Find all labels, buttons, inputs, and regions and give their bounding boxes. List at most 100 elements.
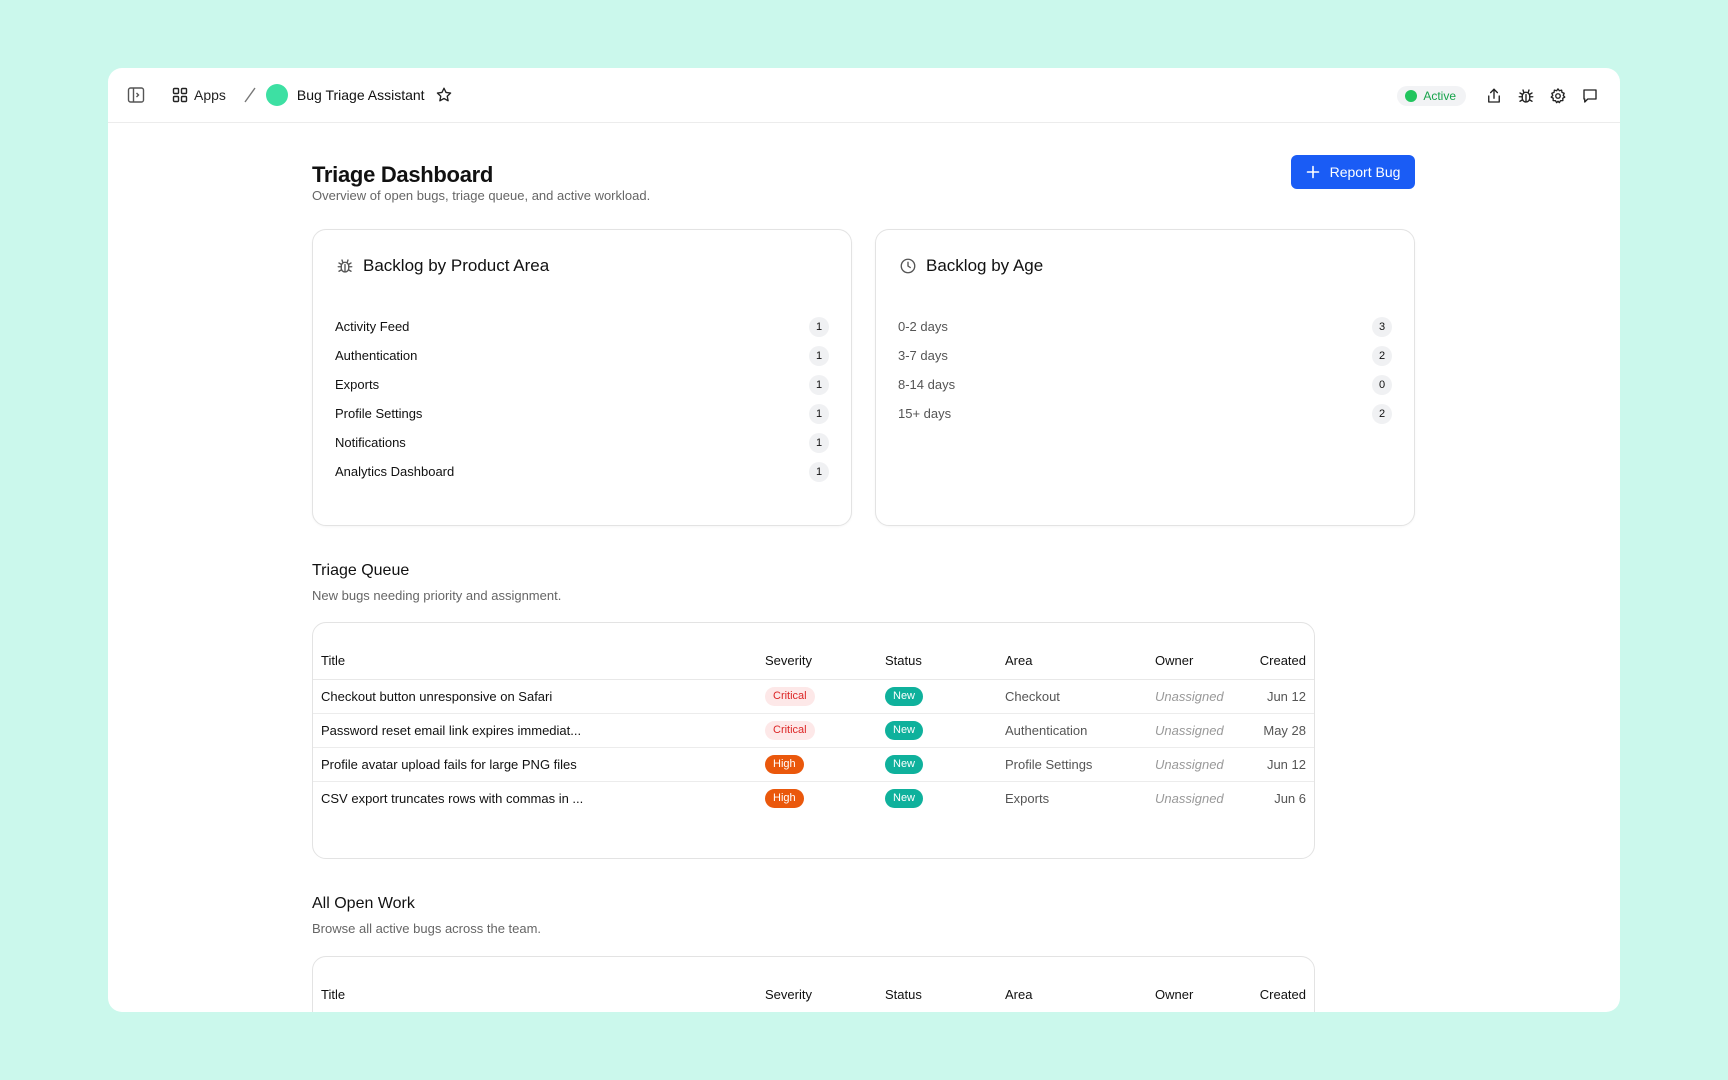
list-item: 0-2 days 3	[898, 312, 1392, 341]
report-bug-button[interactable]: Report Bug	[1291, 155, 1415, 189]
count-badge: 2	[1372, 345, 1392, 366]
severity-badge: Critical	[765, 720, 815, 740]
column-header-status[interactable]: Status	[877, 977, 997, 1012]
apps-label: Apps	[194, 87, 226, 103]
all-open-work-subtitle: Browse all active bugs across the team.	[312, 921, 542, 936]
count-badge: 0	[1372, 374, 1392, 395]
page-title: Triage Dashboard	[312, 162, 494, 187]
triage-queue-table-card: Title Severity Status Area Owner Created…	[312, 622, 1315, 859]
age-label: 15+ days	[898, 406, 952, 421]
favorite-star-icon[interactable]	[434, 85, 454, 105]
settings-gear-icon[interactable]	[1548, 86, 1568, 106]
all-open-work-title: All Open Work	[312, 895, 415, 912]
column-header-created[interactable]: Created	[1247, 643, 1314, 680]
card-title: Backlog by Age	[926, 256, 1044, 275]
bug-title[interactable]: Checkout button unresponsive on Safari	[313, 679, 757, 714]
count-badge: 1	[809, 374, 829, 395]
severity-badge: High	[765, 788, 804, 808]
column-header-severity[interactable]: Severity	[757, 977, 877, 1012]
table-row[interactable]: Profile avatar upload fails for large PN…	[313, 747, 1314, 782]
sidebar-toggle-icon[interactable]	[124, 83, 148, 107]
list-item: Authentication 1	[335, 341, 829, 370]
age-label: 0-2 days	[898, 319, 948, 334]
table-row[interactable]: CSV export truncates rows with commas in…	[313, 781, 1314, 815]
column-header-area[interactable]: Area	[997, 977, 1147, 1012]
owner-cell: Unassigned	[1147, 713, 1247, 748]
age-label: 3-7 days	[898, 348, 948, 363]
bug-title[interactable]: Profile avatar upload fails for large PN…	[313, 747, 757, 782]
age-list: 0-2 days 3 3-7 days 2 8-14 days 0 15+ da…	[898, 312, 1392, 428]
app-avatar	[265, 84, 288, 106]
area-cell: Profile Settings	[997, 747, 1147, 782]
backlog-by-age-card: Backlog by Age 0-2 days 3 3-7 days 2 8-1…	[875, 229, 1415, 526]
count-badge: 1	[809, 461, 829, 482]
top-right-actions: Active	[1397, 68, 1600, 123]
area-cell: Exports	[1005, 790, 1050, 806]
age-label: 8-14 days	[898, 377, 956, 392]
triage-queue-table: Title Severity Status Area Owner Created…	[313, 643, 1314, 815]
app-name[interactable]: Bug Triage Assistant	[297, 87, 425, 103]
status-badge: New	[885, 788, 924, 808]
table-header-row: Title Severity Status Area Owner Created	[313, 643, 1314, 680]
column-header-status[interactable]: Status	[877, 643, 997, 680]
severity-badge: High	[765, 754, 804, 774]
breadcrumb-separator-icon	[242, 85, 258, 105]
table-row[interactable]: Checkout button unresponsive on Safari C…	[313, 679, 1314, 714]
created-cell: Jun 6	[1274, 790, 1306, 806]
count-badge: 1	[809, 403, 829, 424]
all-open-work-table: Title Severity Status Area Owner Created	[313, 977, 1314, 1012]
triage-queue-subtitle: New bugs needing priority and assignment…	[312, 588, 562, 603]
area-label: Exports	[335, 377, 380, 392]
apps-grid-icon	[172, 87, 188, 103]
created-cell: Jun 12	[1247, 679, 1314, 714]
created-cell: May 28	[1247, 713, 1314, 748]
count-badge: 2	[1372, 403, 1392, 424]
triage-queue-title: Triage Queue	[312, 562, 410, 579]
list-item: Activity Feed 1	[335, 312, 829, 341]
count-badge: 1	[809, 345, 829, 366]
column-header-owner[interactable]: Owner	[1147, 643, 1247, 680]
count-badge: 3	[1372, 316, 1392, 337]
area-list: Activity Feed 1 Authentication 1 Exports…	[335, 312, 829, 486]
area-label: Profile Settings	[335, 406, 423, 421]
status-badge: New	[885, 720, 924, 740]
table-header-row: Title Severity Status Area Owner Created	[313, 977, 1314, 1012]
column-header-title[interactable]: Title	[313, 643, 757, 680]
bug-title[interactable]: Password reset email link expires immedi…	[313, 713, 757, 748]
area-label: Analytics Dashboard	[335, 464, 455, 479]
all-open-work-table-card: Title Severity Status Area Owner Created	[312, 956, 1315, 1012]
list-item: 3-7 days 2	[898, 341, 1392, 370]
list-item: Notifications 1	[335, 428, 829, 457]
status-badge: Active	[1397, 85, 1466, 106]
column-header-area[interactable]: Area	[997, 643, 1147, 680]
bug-icon	[335, 256, 355, 276]
share-icon[interactable]	[1484, 86, 1504, 106]
list-item: Exports 1	[335, 370, 829, 399]
column-header-created[interactable]: Created	[1247, 977, 1314, 1012]
list-item: Analytics Dashboard 1	[335, 457, 829, 486]
bug-title[interactable]: CSV export truncates rows with commas in…	[313, 781, 757, 815]
area-label: Authentication	[335, 348, 418, 363]
area-cell: Authentication	[997, 713, 1147, 748]
plus-icon	[1306, 165, 1320, 179]
column-header-severity[interactable]: Severity	[757, 643, 877, 680]
area-label: Activity Feed	[335, 319, 410, 334]
apps-link[interactable]: Apps	[172, 87, 226, 103]
status-dot	[1405, 89, 1418, 102]
card-title: Backlog by Product Area	[363, 256, 550, 275]
bug-icon[interactable]	[1516, 86, 1536, 106]
column-header-title[interactable]: Title	[313, 977, 757, 1012]
chat-icon[interactable]	[1580, 86, 1600, 106]
status-badge: New	[885, 686, 924, 706]
count-badge: 1	[809, 316, 829, 337]
count-badge: 1	[809, 432, 829, 453]
report-bug-label: Report Bug	[1329, 164, 1401, 180]
backlog-by-area-card: Backlog by Product Area Activity Feed 1 …	[312, 229, 852, 526]
list-item: Profile Settings 1	[335, 399, 829, 428]
app-window: Apps Bug Triage Assistant Active Triage …	[108, 68, 1620, 1012]
list-item: 15+ days 2	[898, 399, 1392, 428]
top-bar: Apps Bug Triage Assistant Active	[108, 68, 1620, 123]
column-header-owner[interactable]: Owner	[1147, 977, 1247, 1012]
table-row[interactable]: Password reset email link expires immedi…	[313, 713, 1314, 748]
owner-cell: Unassigned	[1147, 679, 1247, 714]
